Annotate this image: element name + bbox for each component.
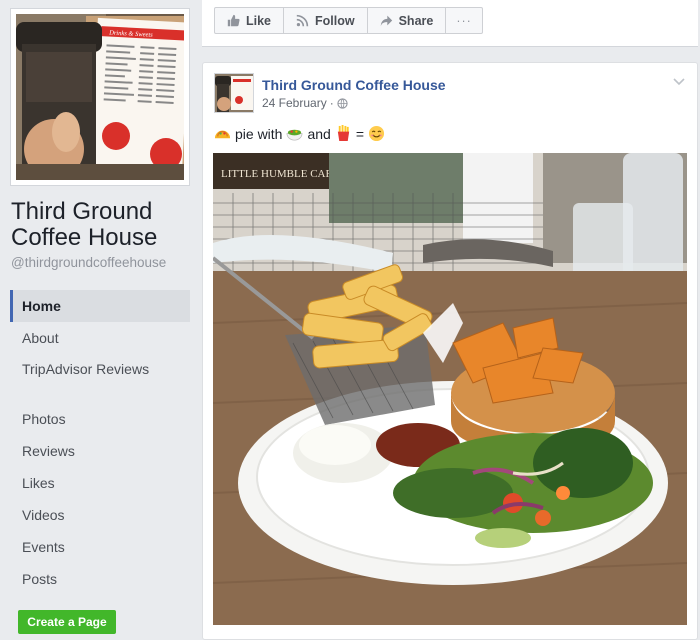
page-title: Third Ground Coffee House bbox=[11, 198, 158, 251]
thumbs-up-icon bbox=[227, 14, 240, 27]
chevron-down-icon[interactable] bbox=[672, 75, 686, 89]
page-nav: Home About TripAdvisor Reviews Photos Re… bbox=[10, 290, 190, 595]
post-photo[interactable]: LITTLE HUMBLE CAFE bbox=[213, 153, 687, 625]
post-author-name[interactable]: Third Ground Coffee House bbox=[262, 77, 446, 93]
post-author-avatar[interactable] bbox=[214, 73, 254, 113]
profile-photo-image: Drinks & Sweets bbox=[16, 14, 184, 180]
nav-item-photos[interactable]: Photos bbox=[10, 403, 190, 435]
post-card: Third Ground Coffee House 24 February · … bbox=[202, 62, 698, 640]
nav-item-about[interactable]: About bbox=[10, 322, 190, 354]
share-label: Share bbox=[398, 13, 434, 28]
more-options-button[interactable]: ··· bbox=[446, 8, 482, 33]
svg-text:LITTLE HUMBLE CAFE: LITTLE HUMBLE CAFE bbox=[221, 168, 339, 180]
nav-item-likes[interactable]: Likes bbox=[10, 467, 190, 499]
profile-picture[interactable]: Drinks & Sweets bbox=[10, 8, 190, 186]
action-button-group: Like Follow Share ··· bbox=[214, 7, 483, 34]
post-text: pie with and = bbox=[214, 125, 385, 142]
nav-item-reviews[interactable]: Reviews bbox=[10, 435, 190, 467]
nav-item-posts[interactable]: Posts bbox=[10, 563, 190, 595]
taco-emoji bbox=[214, 130, 231, 139]
nav-item-events[interactable]: Events bbox=[10, 531, 190, 563]
create-page-button[interactable]: Create a Page bbox=[18, 610, 116, 634]
left-column: Drinks & Sweets Third Ground Coffee Hous… bbox=[0, 0, 200, 640]
smiling-face-emoji bbox=[368, 125, 385, 142]
fries-emoji bbox=[337, 125, 349, 142]
post-text-part-2: and bbox=[307, 125, 331, 142]
post-text-part-3: = bbox=[355, 125, 365, 142]
nav-item-videos[interactable]: Videos bbox=[10, 499, 190, 531]
share-arrow-icon bbox=[380, 15, 392, 27]
post-date[interactable]: 24 February bbox=[262, 96, 327, 110]
post-meta: 24 February · bbox=[262, 96, 348, 110]
food-photo-image: LITTLE HUMBLE CAFE bbox=[213, 153, 687, 625]
salad-emoji bbox=[287, 129, 303, 141]
like-label: Like bbox=[246, 13, 272, 28]
page-handle[interactable]: @thirdgroundcoffeehouse bbox=[11, 255, 166, 270]
nav-item-home[interactable]: Home bbox=[10, 290, 190, 322]
follow-button[interactable]: Follow bbox=[284, 8, 368, 33]
like-button[interactable]: Like bbox=[215, 8, 285, 33]
nav-item-tripadvisor-reviews[interactable]: TripAdvisor Reviews bbox=[10, 354, 190, 403]
post-text-part-1: pie with bbox=[235, 125, 283, 142]
follow-label: Follow bbox=[315, 13, 355, 28]
meta-separator: · bbox=[329, 96, 334, 110]
avatar-image bbox=[215, 74, 253, 112]
page-action-bar: Like Follow Share ··· bbox=[202, 0, 698, 47]
share-button[interactable]: Share bbox=[368, 8, 447, 33]
rss-follow-icon bbox=[296, 14, 309, 27]
globe-icon[interactable] bbox=[337, 97, 348, 109]
